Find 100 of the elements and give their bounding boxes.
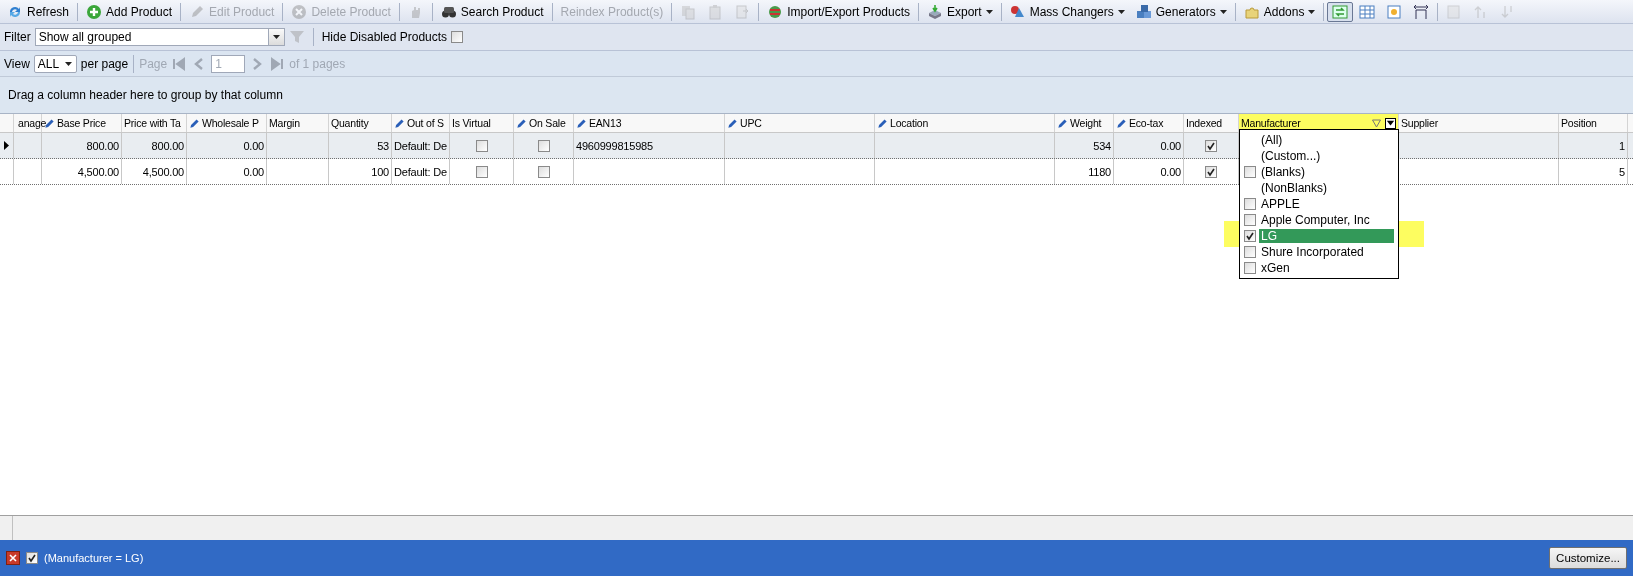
column-header[interactable]: Weight [1055, 114, 1114, 132]
column-header[interactable]: UPC [725, 114, 875, 132]
column-title: Position [1561, 117, 1598, 129]
table-cell: 0.00 [1160, 165, 1181, 178]
toolbar-button[interactable]: Refresh [2, 1, 75, 22]
table-checkbox[interactable] [537, 139, 550, 152]
column-title: UPC [740, 117, 763, 129]
filter-menu-item[interactable]: xGen [1242, 260, 1396, 276]
filter-menu-item[interactable]: Shure Incorporated [1242, 244, 1396, 260]
caret-icon [64, 61, 72, 66]
column-header[interactable]: On Sale [514, 114, 574, 132]
menu-checkbox[interactable] [1244, 198, 1256, 210]
toolbar-menu-button[interactable]: Export [922, 1, 998, 22]
column-title: anage [18, 117, 47, 129]
filter-dropdown-button[interactable] [1385, 117, 1396, 129]
table-checkbox[interactable] [537, 165, 550, 178]
table-cell: 0.00 [1160, 139, 1181, 152]
table-cell: 100 [371, 165, 389, 178]
menu-checkbox[interactable] [1244, 214, 1256, 226]
shapes-icon [1009, 3, 1026, 20]
column-header[interactable]: Eco-tax [1114, 114, 1184, 132]
column-header[interactable]: Quantity [329, 114, 392, 132]
column-title: Wholesale P [202, 117, 260, 129]
column-title: Base Price [57, 117, 107, 129]
filter-expression: (Manufacturer = LG) [44, 552, 145, 564]
plus-icon [86, 3, 103, 20]
filter-menu-item[interactable]: (Blanks) [1242, 164, 1396, 180]
filter-menu-item[interactable]: (All) [1242, 132, 1396, 148]
toolbar-button[interactable]: Search Product [435, 1, 549, 22]
caret-icon [1308, 9, 1316, 14]
table-checkbox[interactable] [475, 165, 488, 178]
table-cell: Default: De [394, 139, 447, 152]
column-title: EAN13 [589, 117, 623, 129]
menu-checkbox[interactable] [1244, 166, 1256, 178]
toolbar-menu-button[interactable]: Generators [1130, 1, 1232, 22]
customize-button[interactable]: Customize... [1549, 547, 1627, 569]
column-header[interactable]: Position [1559, 114, 1628, 132]
column-title: Margin [269, 117, 301, 129]
filter-label: Filter [4, 30, 31, 44]
toolbar-icon-button[interactable] [1327, 1, 1354, 22]
table-cell: Default: De [394, 165, 447, 178]
toolbar-button[interactable]: Add Product [81, 1, 178, 22]
first-page-button[interactable] [171, 55, 188, 72]
per-page-label: per page [80, 56, 129, 71]
document-icon [734, 3, 751, 20]
pencil-icon [1057, 117, 1068, 129]
pencil-icon [189, 3, 206, 20]
column-title: Out of S [407, 117, 445, 129]
pencil-icon [394, 117, 405, 129]
caret-icon [1219, 9, 1227, 14]
table-cell: 4960999815985 [576, 139, 653, 152]
pencil-icon [576, 117, 587, 129]
column-header[interactable]: Out of S [392, 114, 450, 132]
pencil-icon [1116, 117, 1127, 129]
document-icon [1446, 3, 1463, 20]
filter-menu-item[interactable]: Apple Computer, Inc [1242, 212, 1396, 228]
filter-menu-item[interactable]: APPLE [1242, 196, 1396, 212]
delete-icon [291, 3, 308, 20]
column-title: Quantity [331, 117, 370, 129]
filter-enabled-checkbox[interactable] [26, 552, 38, 564]
table-cell: 1180 [1088, 165, 1111, 178]
per-page-dropdown[interactable]: ALL [33, 54, 77, 73]
column-header[interactable]: Wholesale P [187, 114, 267, 132]
column-header[interactable]: Is Virtual [450, 114, 514, 132]
filter-dropdown[interactable]: Show all grouped [34, 28, 285, 46]
column-title: On Sale [529, 117, 567, 129]
table-checkbox[interactable] [1205, 165, 1217, 178]
table-checkbox[interactable] [475, 139, 488, 152]
group-by-hint: Drag a column header here to group by that column [8, 88, 283, 102]
column-header[interactable]: Location [875, 114, 1055, 132]
column-title: Price with Ta [124, 117, 182, 129]
table-cell: 800.00 [86, 139, 119, 152]
column-title: Weight [1070, 117, 1103, 129]
column-title: Indexed [1186, 117, 1223, 129]
column-header[interactable]: EAN13 [574, 114, 725, 132]
page-count-text: of 1 pages [289, 56, 346, 71]
hide-disabled-label: Hide Disabled Products [321, 30, 448, 44]
table-checkbox[interactable] [1205, 139, 1217, 152]
column-title: Supplier [1401, 117, 1439, 129]
refresh-grid-icon [1332, 3, 1349, 20]
menu-checkbox[interactable] [1244, 246, 1256, 258]
table-cell: 53 [377, 139, 389, 152]
toolbar-menu-button[interactable]: Addons [1238, 1, 1321, 22]
menu-checkbox[interactable] [1244, 262, 1256, 274]
toolbar-button[interactable]: Import/Export Products [762, 1, 915, 22]
column-width-icon [1413, 3, 1430, 20]
toolbar-menu-button[interactable]: Mass Changers [1004, 1, 1130, 22]
pencil-icon [727, 117, 738, 129]
last-page-button[interactable] [269, 55, 286, 72]
column-header[interactable]: Price with Ta [122, 114, 187, 132]
caret-icon [985, 9, 993, 14]
column-header[interactable]: Margin [267, 114, 329, 132]
page-label: Page [139, 56, 168, 71]
menu-checkbox[interactable] [1244, 230, 1256, 242]
table-cell: 4,500.00 [77, 165, 119, 178]
column-title: Is Virtual [452, 117, 492, 129]
pencil-icon [877, 117, 888, 129]
column-title: Manufacturer [1241, 117, 1302, 129]
table-cell: 534 [1093, 139, 1111, 152]
clear-filter-button[interactable] [6, 551, 20, 565]
